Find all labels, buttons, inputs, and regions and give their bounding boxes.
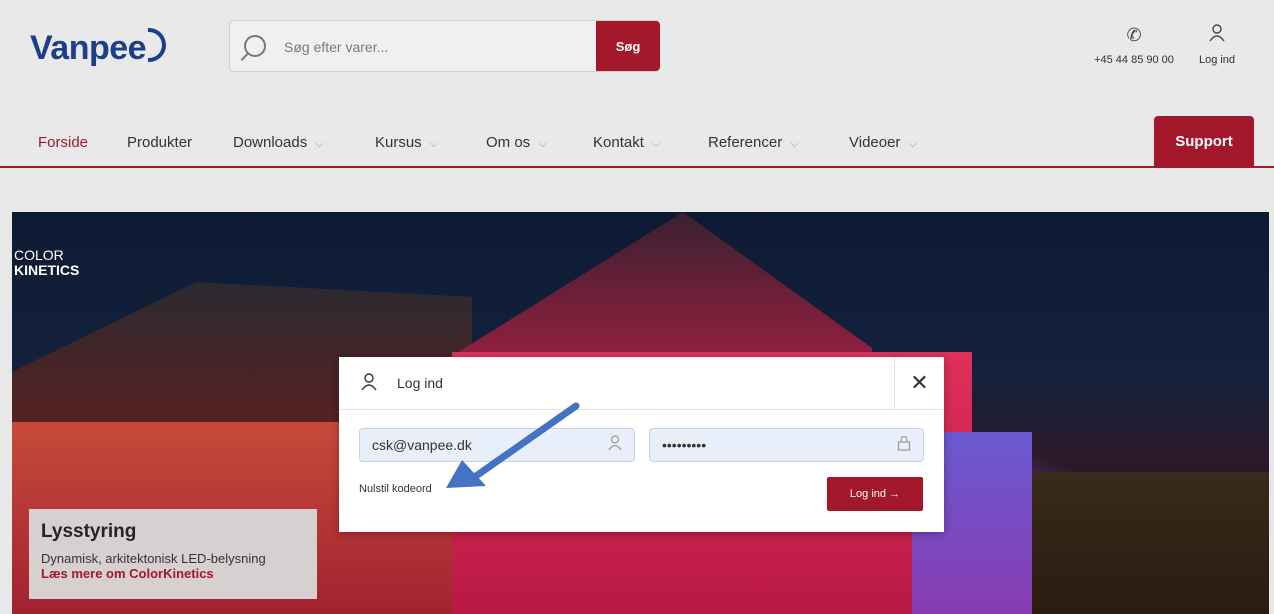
lock-icon [897,435,911,456]
nav-label: Videoer [849,134,901,151]
logo-arc-icon [148,28,167,62]
phone-number: +45 44 85 90 00 [1094,54,1174,66]
close-icon[interactable]: ✕ [894,357,944,409]
nav-label: Downloads [233,134,308,151]
header-login[interactable]: Log ind [1192,24,1242,66]
nav-item-videoer[interactable]: Videoer ⌵ [849,134,917,151]
reset-password-link[interactable]: Nulstil kodeord [359,483,432,495]
search-input[interactable] [282,35,606,59]
login-modal-title: Log ind [397,375,443,391]
user-icon [608,435,622,456]
hero-building-mid-roof [452,212,872,372]
logo-text: Vanpee [30,29,147,67]
promo-title: Lysstyring [41,521,137,542]
email-field[interactable] [359,428,635,462]
nav-item-downloads[interactable]: Downloads ⌵ [233,134,324,151]
promo-subtitle: Dynamisk, arkitektonisk LED-belysning [41,551,266,566]
nav-item-produkter[interactable]: Produkter [127,134,192,151]
hero-promo-box: Lysstyring Dynamisk, arkitektonisk LED-b… [29,509,317,599]
nav-item-om-os[interactable]: Om os ⌵ [486,134,547,151]
nav-item-kursus[interactable]: Kursus ⌵ [375,134,438,151]
nav-label: Kontakt [593,134,644,151]
vanpee-logo[interactable]: Vanpee [30,28,167,68]
page: Vanpee Søg ✆ +45 44 85 90 00 Log ind For… [0,0,1274,614]
user-icon [1192,24,1242,46]
search-bar: Søg [229,20,660,72]
chevron-down-icon: ⌵ [651,138,661,150]
password-input[interactable] [660,436,884,454]
color-kinetics-logo: COLOR KINETICS [14,248,79,278]
nav-label: Kursus [375,134,422,151]
phone-contact[interactable]: ✆ +45 44 85 90 00 [1084,24,1184,66]
chevron-down-icon: ⌵ [429,138,439,150]
nav-label: Referencer [708,134,783,151]
site-header: Vanpee Søg ✆ +45 44 85 90 00 Log ind For… [0,0,1274,170]
nav-label: Forside [38,134,89,151]
email-input[interactable] [370,436,594,454]
nav-item-kontakt[interactable]: Kontakt ⌵ [593,134,660,151]
password-field[interactable] [649,428,924,462]
nav-label: Om os [486,134,531,151]
chevron-down-icon: ⌵ [538,138,547,150]
hero-city-skyline [1032,472,1269,614]
search-icon [244,35,266,57]
nav-item-referencer[interactable]: Referencer ⌵ [708,134,799,151]
login-modal: Log ind ✕ Nulstil kodeord Log ind → [339,357,944,532]
header-login-label: Log ind [1198,54,1236,66]
promo-link[interactable]: Læs mere om ColorKinetics [41,566,305,581]
brand-line1: COLOR [14,247,64,263]
login-modal-header: Log ind ✕ [339,357,944,410]
chevron-down-icon: ⌵ [790,138,799,150]
login-submit-button[interactable]: Log ind → [827,477,923,511]
brand-line2: KINETICS [14,262,80,278]
phone-icon: ✆ [1126,25,1142,45]
search-button[interactable]: Søg [596,21,660,71]
user-icon [361,373,377,396]
nav-item-forside[interactable]: Forside [38,134,88,151]
support-button[interactable]: Support [1154,116,1254,166]
main-nav: Forside Produkter Downloads ⌵ Kursus ⌵ Om … [0,116,1274,168]
chevron-down-icon: ⌵ [908,138,917,150]
chevron-down-icon: ⌵ [315,138,324,150]
nav-label: Produkter [127,134,193,151]
